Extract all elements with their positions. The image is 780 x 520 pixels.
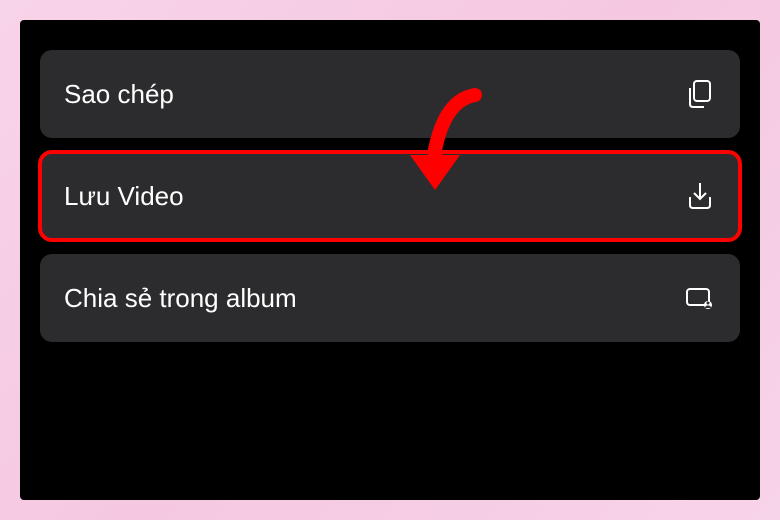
menu-item-label: Chia sẻ trong album — [64, 283, 297, 314]
phone-screen: Sao chép Lưu Video Chia sẻ trong album — [20, 20, 760, 500]
copy-icon — [684, 78, 716, 110]
menu-item-label: Lưu Video — [64, 181, 184, 212]
annotation-arrow — [390, 80, 500, 215]
download-icon — [684, 180, 716, 212]
shared-album-icon — [684, 282, 716, 314]
menu-item-share-album[interactable]: Chia sẻ trong album — [40, 254, 740, 342]
menu-item-label: Sao chép — [64, 79, 174, 110]
